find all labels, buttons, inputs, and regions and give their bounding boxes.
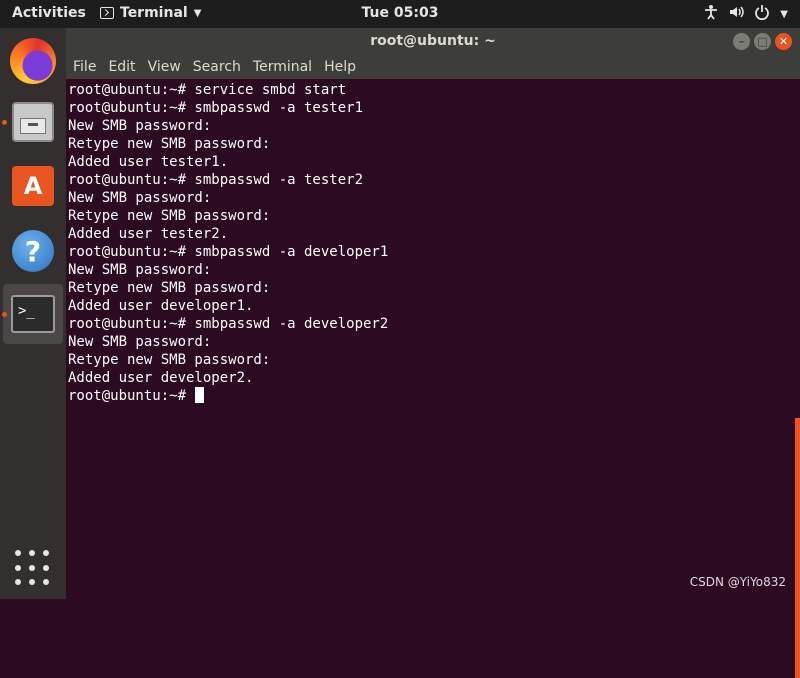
chevron-down-icon[interactable]: ▼: [780, 9, 788, 20]
terminal-line: New SMB password:: [68, 118, 212, 134]
show-applications-button[interactable]: [15, 550, 51, 586]
system-tray[interactable]: ▼: [704, 4, 788, 24]
software-store-icon: A: [12, 166, 54, 206]
watermark: CSDN @YiYo832: [689, 575, 786, 589]
accessibility-icon[interactable]: [704, 4, 718, 24]
maximize-button[interactable]: □: [754, 33, 771, 50]
terminal-line: Added user developer2.: [68, 370, 254, 386]
clock[interactable]: Tue 05:03: [362, 5, 439, 21]
terminal-line: root@ubuntu:~# service smbd start: [68, 82, 347, 98]
menu-help[interactable]: Help: [324, 56, 356, 79]
terminal-line: Retype new SMB password:: [68, 352, 271, 368]
terminal-output[interactable]: root@ubuntu:~# service smbd start root@u…: [66, 79, 800, 678]
app-menu-label: Terminal: [120, 5, 188, 21]
terminal-line: root@ubuntu:~# smbpasswd -a developer1: [68, 244, 389, 260]
dock-item-files[interactable]: [3, 92, 63, 152]
terminal-line: root@ubuntu:~# smbpasswd -a tester1: [68, 100, 364, 116]
terminal-line: Retype new SMB password:: [68, 136, 271, 152]
close-button[interactable]: ✕: [775, 33, 792, 50]
terminal-line: New SMB password:: [68, 190, 212, 206]
running-indicator: [2, 120, 7, 125]
menu-terminal[interactable]: Terminal: [253, 56, 312, 79]
terminal-line: Added user developer1.: [68, 298, 254, 314]
terminal-prompt: root@ubuntu:~#: [68, 388, 195, 404]
volume-icon[interactable]: [728, 4, 745, 24]
help-icon: ?: [12, 230, 54, 272]
terminal-line: root@ubuntu:~# smbpasswd -a developer2: [68, 316, 389, 332]
running-indicator: [2, 312, 7, 317]
firefox-icon: [10, 38, 56, 84]
scrollbar[interactable]: [795, 418, 800, 678]
terminal-line: New SMB password:: [68, 262, 212, 278]
chevron-down-icon: ▼: [193, 7, 202, 19]
menu-search[interactable]: Search: [193, 56, 241, 79]
dock-item-software-store[interactable]: A: [3, 156, 63, 216]
activities-button[interactable]: Activities: [12, 5, 86, 21]
power-icon[interactable]: [754, 4, 770, 24]
app-menu[interactable]: Terminal ▼: [100, 5, 201, 21]
minimize-button[interactable]: –: [733, 33, 750, 50]
terminal-icon: [100, 7, 114, 19]
text-cursor: [195, 387, 205, 403]
menu-view[interactable]: View: [148, 56, 181, 79]
menu-file[interactable]: File: [73, 56, 96, 79]
menu-edit[interactable]: Edit: [108, 56, 135, 79]
dock-item-help[interactable]: ?: [3, 221, 63, 281]
dock: A ? >_: [0, 28, 66, 599]
dock-item-terminal[interactable]: >_: [3, 284, 63, 344]
terminal-prompt-line[interactable]: root@ubuntu:~#: [68, 387, 800, 405]
terminal-icon: >_: [11, 295, 55, 333]
terminal-line: root@ubuntu:~# smbpasswd -a tester2: [68, 172, 364, 188]
window-title: root@ubuntu: ~: [370, 33, 496, 49]
top-bar: Activities Terminal ▼ Tue 05:03 ▼: [0, 0, 800, 28]
files-icon: [12, 102, 54, 142]
menu-bar: File Edit View Search Terminal Help: [66, 56, 800, 79]
terminal-line: Added user tester2.: [68, 226, 229, 242]
terminal-line: New SMB password:: [68, 334, 212, 350]
terminal-line: Retype new SMB password:: [68, 280, 271, 296]
dock-item-firefox[interactable]: [3, 31, 63, 91]
window-titlebar[interactable]: root@ubuntu: ~ – □ ✕: [66, 28, 800, 56]
terminal-line: Added user tester1.: [68, 154, 229, 170]
terminal-line: Retype new SMB password:: [68, 208, 271, 224]
